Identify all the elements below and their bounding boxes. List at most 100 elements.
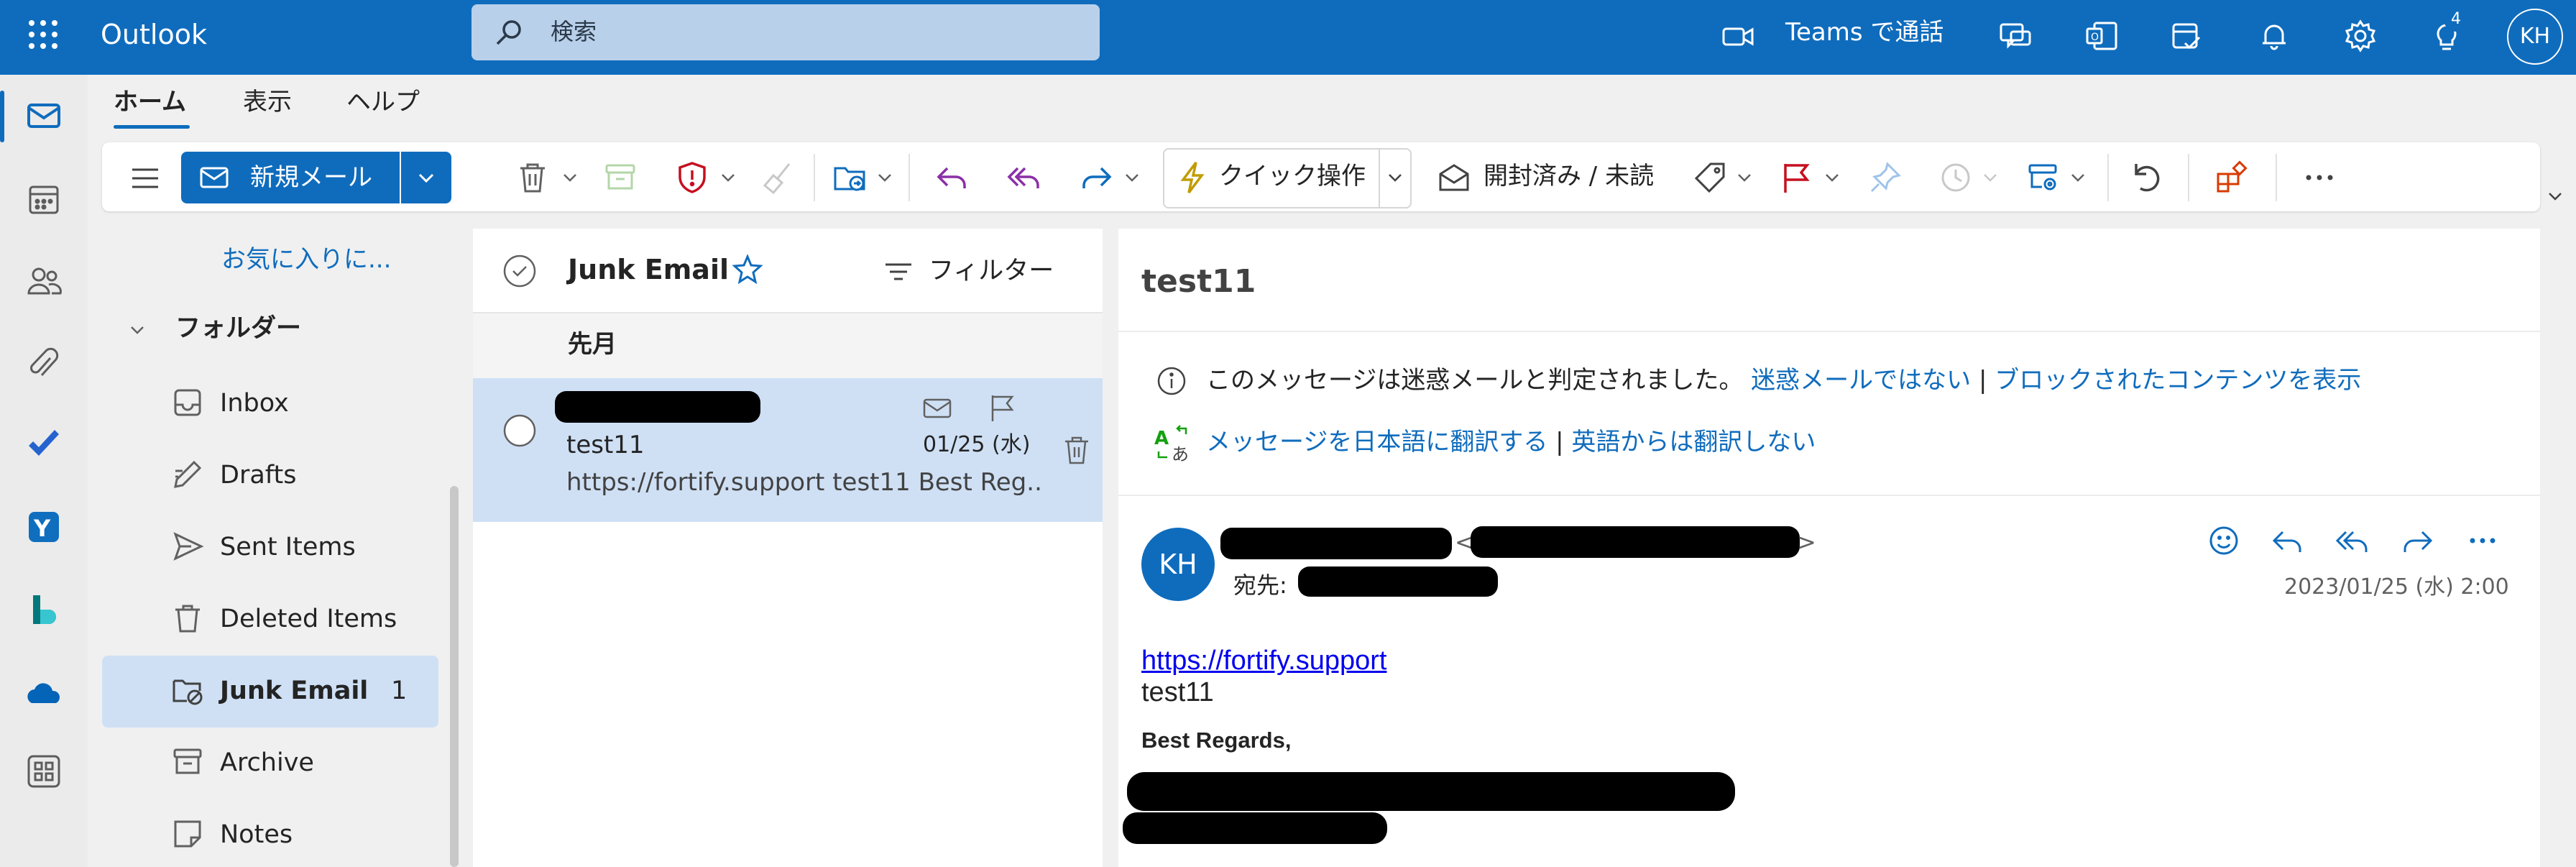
- message-preview: https://fortify.support test11 Best Reg.…: [566, 468, 1041, 497]
- rail-active-indicator: [0, 91, 4, 142]
- redacted-sender: [555, 391, 760, 423]
- app-title[interactable]: Outlook: [101, 17, 207, 52]
- new-mail-button[interactable]: 新規メール: [181, 152, 400, 203]
- video-call-icon[interactable]: [1721, 19, 1755, 53]
- reply-icon[interactable]: [2270, 523, 2304, 558]
- new-mail-dropdown[interactable]: [401, 152, 451, 203]
- tag-icon[interactable]: [1692, 160, 1728, 196]
- sweep-icon[interactable]: [760, 160, 796, 196]
- reply-all-icon[interactable]: [1006, 160, 1042, 196]
- undo-icon[interactable]: [2126, 160, 2162, 196]
- clock-icon[interactable]: [1938, 160, 1974, 196]
- todo-icon[interactable]: [24, 426, 63, 464]
- body-link[interactable]: https://fortify.support: [1141, 644, 1386, 677]
- filter-icon[interactable]: [883, 256, 914, 288]
- archive-icon[interactable]: [602, 160, 638, 196]
- mark-read-icon[interactable]: [921, 393, 953, 424]
- emoji-icon[interactable]: [2207, 523, 2241, 558]
- redacted-sender-email: [1471, 526, 1800, 558]
- new-mail-label: 新規メール: [250, 163, 372, 192]
- folder-item-deleted-items[interactable]: Deleted Items: [102, 584, 438, 656]
- rules-icon[interactable]: [2025, 160, 2061, 196]
- delete-icon[interactable]: [515, 160, 551, 196]
- chevron-down-icon[interactable]: [1981, 168, 2000, 187]
- more-options-icon[interactable]: [2301, 160, 2337, 196]
- gear-icon[interactable]: [2343, 19, 2378, 53]
- chevron-down-icon[interactable]: [561, 168, 579, 187]
- chevron-down-icon[interactable]: [719, 168, 737, 187]
- forward-icon[interactable]: [2401, 523, 2435, 558]
- calendar-icon[interactable]: [24, 180, 63, 219]
- reply-all-icon[interactable]: [2334, 523, 2369, 558]
- info-icon: [1156, 365, 1187, 397]
- tab-view[interactable]: 表示: [243, 85, 292, 119]
- folder-item-notes[interactable]: Notes: [102, 799, 438, 867]
- teams-call-button[interactable]: Teams で通話: [1785, 16, 1944, 49]
- read-unread-button[interactable]: 開封済み / 未読: [1484, 160, 1654, 193]
- folder-label: Notes: [220, 820, 293, 849]
- body-text: test11: [1141, 677, 1214, 707]
- flag-icon[interactable]: [986, 393, 1018, 424]
- message-date: 01/25 (水): [923, 432, 1031, 457]
- toolbar-separator: [2276, 154, 2277, 201]
- hamburger-icon[interactable]: [129, 162, 161, 194]
- folder-scrollbar[interactable]: [450, 486, 459, 867]
- sender-avatar[interactable]: KH: [1141, 528, 1215, 601]
- star-icon[interactable]: [732, 253, 763, 285]
- people-icon[interactable]: [24, 262, 63, 301]
- app-launcher-icon[interactable]: [27, 19, 59, 50]
- tab-help[interactable]: ヘルプ: [346, 85, 420, 119]
- more-apps-icon[interactable]: [24, 752, 63, 791]
- chevron-down-icon[interactable]: [128, 321, 147, 339]
- not-junk-link[interactable]: 迷惑メールではない: [1751, 366, 1971, 395]
- chevron-down-icon[interactable]: [1386, 168, 1404, 187]
- lightning-icon: [1174, 160, 1210, 196]
- tab-home[interactable]: ホーム: [114, 85, 186, 119]
- folder-item-sent-items[interactable]: Sent Items: [102, 512, 438, 584]
- reply-icon[interactable]: [934, 160, 970, 196]
- onedrive-icon[interactable]: [24, 674, 63, 713]
- apps-icon[interactable]: [2214, 160, 2250, 196]
- folder-item-inbox[interactable]: Inbox: [102, 368, 438, 440]
- search-input[interactable]: 検索: [551, 17, 597, 46]
- favorites-link[interactable]: お気に入りに...: [221, 243, 391, 276]
- move-to-folder-icon[interactable]: [832, 160, 868, 196]
- pin-icon[interactable]: [1867, 160, 1903, 196]
- folder-item-drafts[interactable]: Drafts: [102, 440, 438, 512]
- more-options-icon[interactable]: [2465, 523, 2500, 558]
- ribbon-expand-icon[interactable]: [2546, 187, 2564, 206]
- junk-notice-bar: このメッセージは迷惑メールと判定されました。 迷惑メールではない | ブロックさ…: [1206, 364, 2361, 397]
- bookings-icon[interactable]: [24, 591, 63, 630]
- account-avatar[interactable]: KH: [2507, 9, 2563, 65]
- report-icon[interactable]: [674, 160, 710, 196]
- chevron-down-icon[interactable]: [1123, 168, 1141, 187]
- attachment-icon[interactable]: [24, 345, 63, 384]
- chevron-down-icon[interactable]: [1823, 168, 1841, 187]
- bell-icon[interactable]: [2257, 19, 2291, 53]
- office-icon[interactable]: O: [2084, 19, 2119, 53]
- chat-icon[interactable]: [1998, 19, 2033, 53]
- chevron-down-icon[interactable]: [1735, 168, 1754, 187]
- flag-icon[interactable]: [1778, 160, 1814, 196]
- folder-label: Archive: [220, 748, 314, 777]
- folder-item-junk-email[interactable]: Junk Email 1: [102, 656, 438, 728]
- translate-link[interactable]: メッセージを日本語に翻訳する: [1206, 428, 1547, 457]
- message-checkbox[interactable]: [502, 413, 538, 449]
- search-box[interactable]: 検索: [472, 4, 1100, 60]
- my-day-icon[interactable]: [2169, 19, 2204, 53]
- folder-item-archive[interactable]: Archive: [102, 728, 438, 799]
- archive-icon: [171, 746, 204, 779]
- chevron-down-icon[interactable]: [875, 168, 894, 187]
- mail-icon[interactable]: [24, 96, 63, 135]
- toolbar-separator: [908, 154, 910, 201]
- show-blocked-content-link[interactable]: ブロックされたコンテンツを表示: [1995, 366, 2361, 395]
- delete-icon[interactable]: [1061, 434, 1092, 466]
- open-envelope-icon[interactable]: [1436, 160, 1472, 196]
- forward-icon[interactable]: [1078, 160, 1114, 196]
- select-all-checkbox[interactable]: [502, 253, 538, 289]
- folders-header[interactable]: フォルダー: [175, 312, 301, 345]
- chevron-down-icon[interactable]: [2069, 168, 2087, 187]
- no-translate-link[interactable]: 英語からは翻訳しない: [1571, 428, 1816, 457]
- filter-button[interactable]: フィルター: [929, 254, 1054, 288]
- yammer-icon[interactable]: Y: [24, 508, 63, 546]
